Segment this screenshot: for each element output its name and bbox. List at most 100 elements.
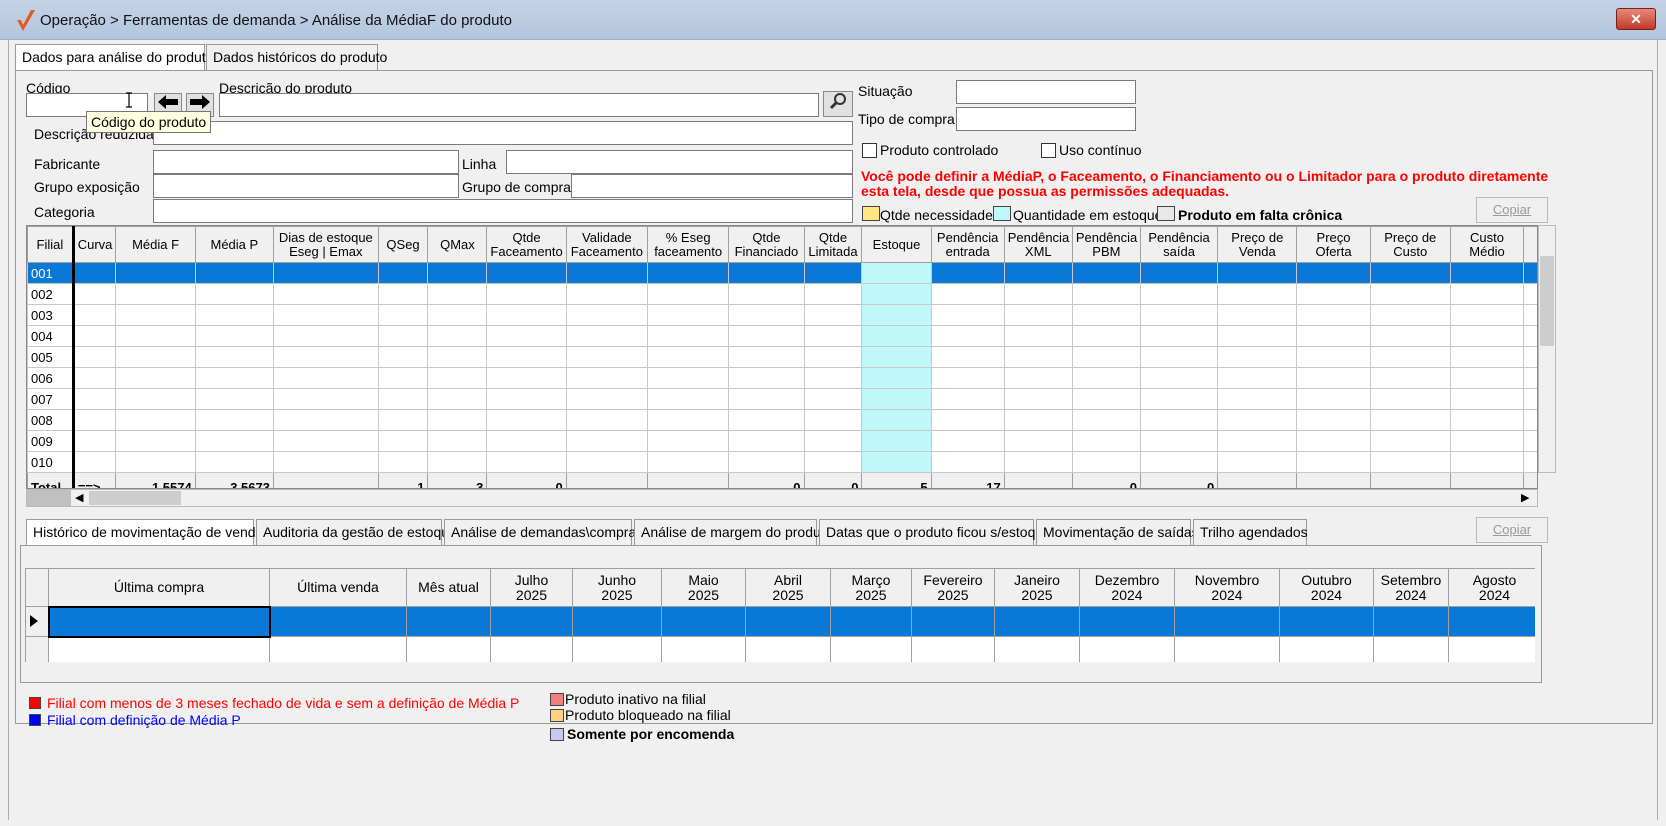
grid-cell[interactable] [115,283,196,305]
grid-cell[interactable] [1523,304,1537,326]
grid-cell[interactable] [1523,283,1537,305]
history-column-header[interactable]: Março 2025 [830,568,912,607]
grid-cell[interactable] [803,367,863,389]
grid-cell[interactable] [803,304,863,326]
grid-cell[interactable] [427,430,488,452]
grid-cell[interactable] [1449,430,1525,452]
grid-cell[interactable] [72,325,117,347]
grid-cell[interactable] [1071,451,1141,473]
grid-cell[interactable] [1523,346,1537,368]
grid-cell[interactable] [72,388,117,410]
grid-cell[interactable] [930,304,1005,326]
grid-cell[interactable] [194,262,274,284]
column-header[interactable]: Média P [194,226,274,263]
grid-cell[interactable] [1296,409,1371,431]
situacao-input[interactable] [956,80,1136,104]
grid-cell[interactable] [1449,346,1525,368]
grid-cell[interactable] [1449,283,1525,305]
grid-cell[interactable] [646,304,730,326]
filial-row[interactable]: 004 [27,325,1537,347]
fabricante-input[interactable] [153,150,459,174]
grid-cell[interactable] [272,388,379,410]
grid-cell[interactable] [728,304,805,326]
grid-cell[interactable] [861,367,932,389]
grid-cell[interactable] [427,283,488,305]
history-column-header[interactable]: Fevereiro 2025 [911,568,995,607]
grid-cell[interactable] [861,283,932,305]
column-header[interactable]: Preço de Custo [1369,226,1451,263]
grid-cell[interactable] [1296,283,1371,305]
grid-cell[interactable] [646,325,730,347]
grid-cell[interactable] [930,346,1005,368]
grid-cell[interactable] [1296,346,1371,368]
filial-row[interactable]: 005 [27,346,1537,368]
grid-cell[interactable] [72,262,117,284]
grid-cell[interactable] [1523,262,1537,284]
history-row[interactable] [25,605,1535,638]
column-header[interactable]: Custo Médio [1449,226,1525,263]
grid-cell[interactable] [1296,304,1371,326]
filial-grid-hscrollbar[interactable]: ◀ ▶ [26,489,1538,507]
grid-cell[interactable] [1217,346,1298,368]
grid-cell[interactable] [272,304,379,326]
grid-cell[interactable] [1139,367,1219,389]
grid-cell[interactable] [1003,430,1073,452]
categoria-input[interactable] [153,199,853,223]
grid-cell[interactable] [565,304,649,326]
grid-cell[interactable] [728,262,805,284]
grid-cell[interactable] [646,409,730,431]
grid-cell[interactable] [1139,262,1219,284]
history-column-header[interactable]: Setembro 2024 [1373,568,1449,607]
copiar-button-top[interactable]: Copiar [1476,197,1548,223]
grid-cell[interactable] [486,388,567,410]
grid-cell[interactable] [803,325,863,347]
grid-cell[interactable] [486,325,567,347]
history-column-header[interactable]: Última venda [269,568,407,607]
grid-cell[interactable] [377,262,429,284]
grid-cell[interactable] [486,346,567,368]
grid-cell[interactable] [930,325,1005,347]
grid-cell[interactable] [1139,409,1219,431]
grid-cell[interactable] [1003,262,1073,284]
grid-cell[interactable] [1217,409,1298,431]
grid-cell[interactable] [115,451,196,473]
grid-cell[interactable] [115,262,196,284]
grid-cell[interactable] [1071,388,1141,410]
grid-cell[interactable] [1296,430,1371,452]
grid-cell[interactable] [861,409,932,431]
filial-cell[interactable]: 002 [27,283,75,305]
history-column-header[interactable]: Dezembro 2024 [1079,568,1175,607]
filial-row[interactable]: 003 [27,304,1537,326]
search-product-button[interactable] [823,91,853,117]
grid-cell[interactable] [377,451,429,473]
grid-cell[interactable] [1217,367,1298,389]
history-column-header[interactable]: Maio 2025 [661,568,746,607]
grid-cell[interactable] [486,430,567,452]
grid-cell[interactable] [861,262,932,284]
grid-cell[interactable] [565,409,649,431]
grid-cell[interactable] [565,325,649,347]
grid-cell[interactable] [427,325,488,347]
history-row[interactable] [25,636,1535,662]
grid-cell[interactable] [1071,325,1141,347]
column-header[interactable]: QMax [427,226,488,263]
column-header[interactable]: Qtde Limitada [803,226,863,263]
grid-cell[interactable] [377,304,429,326]
grid-cell[interactable] [1071,430,1141,452]
uso-continuo-checkbox[interactable] [1041,143,1056,158]
grid-cell[interactable] [272,451,379,473]
grid-cell[interactable] [1449,262,1525,284]
grid-cell[interactable] [194,325,274,347]
grid-cell[interactable] [1369,409,1451,431]
grid-cell[interactable] [1217,283,1298,305]
tab-bottom-1[interactable]: Auditoria da gestão de estoque [256,519,457,545]
filial-cell[interactable]: 007 [27,388,75,410]
grid-cell[interactable] [1139,325,1219,347]
filial-row[interactable]: 009 [27,430,1537,452]
column-header[interactable]: Pendência entrada [930,226,1005,263]
grid-cell[interactable] [1369,451,1451,473]
grid-cell[interactable] [1296,451,1371,473]
grid-cell[interactable] [1139,346,1219,368]
filial-row[interactable]: 001 [27,262,1537,284]
grid-cell[interactable] [1071,346,1141,368]
